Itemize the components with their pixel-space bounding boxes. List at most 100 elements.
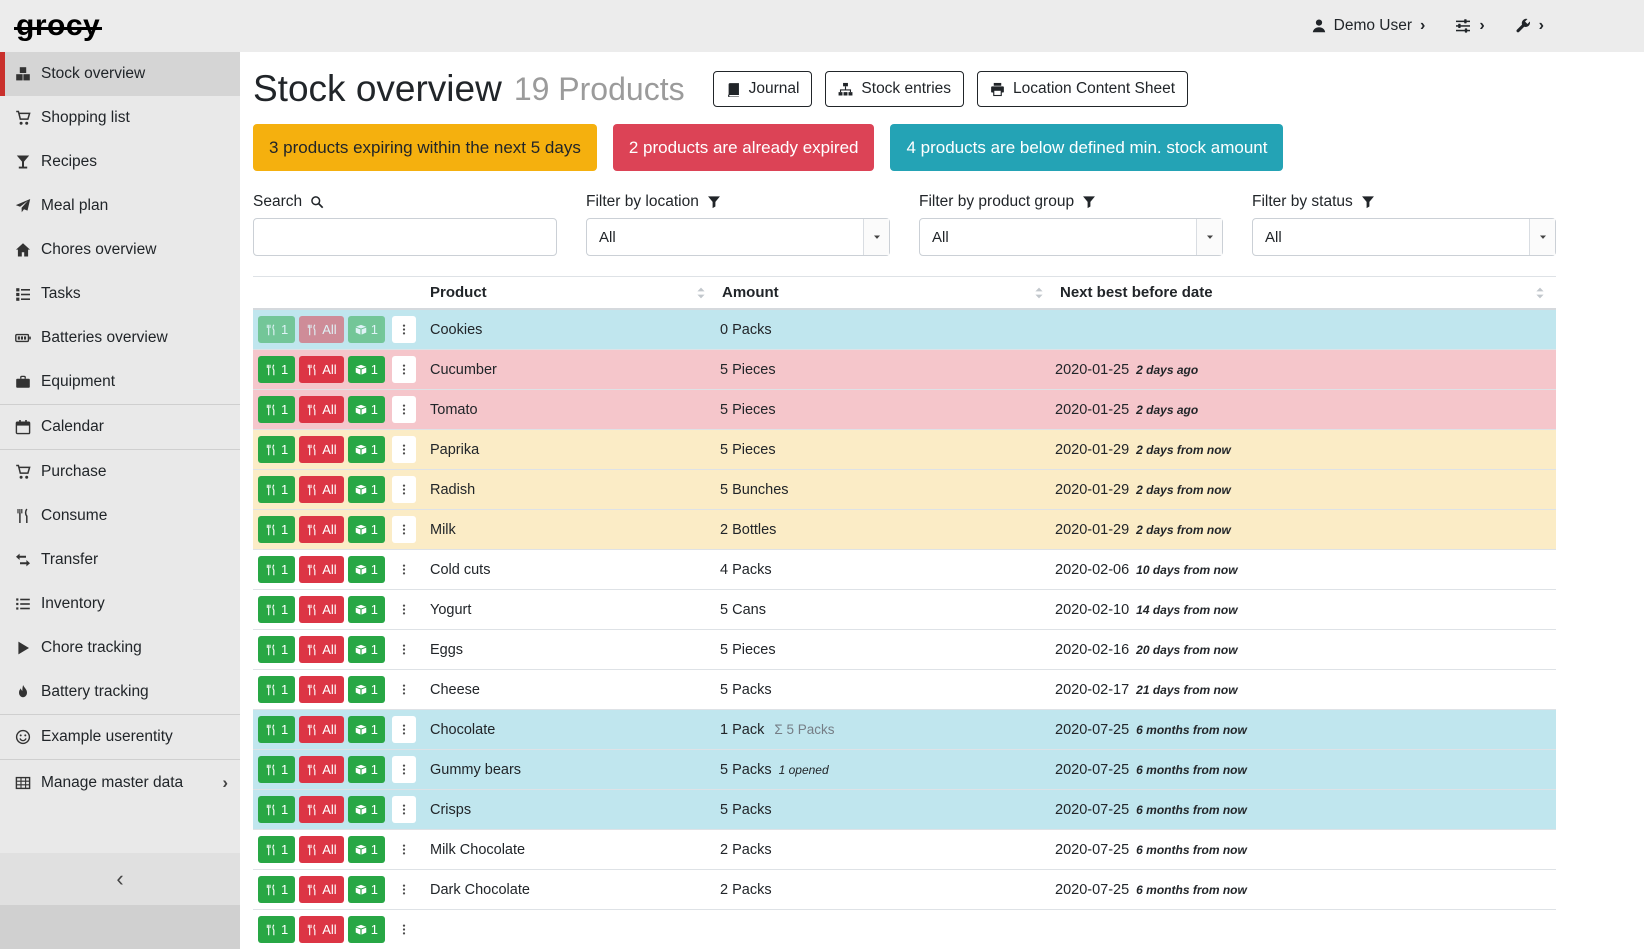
sidebar-item-manage-master-data[interactable]: Manage master data› bbox=[0, 760, 240, 806]
open-one-button[interactable]: 1 bbox=[348, 436, 385, 463]
row-menu-button[interactable] bbox=[392, 676, 416, 703]
sidebar-item-calendar[interactable]: Calendar bbox=[0, 405, 240, 449]
consume-all-button[interactable]: All bbox=[299, 476, 343, 503]
open-one-button[interactable]: 1 bbox=[348, 316, 385, 343]
settings-menu[interactable]: › bbox=[1455, 17, 1484, 35]
row-menu-button[interactable] bbox=[392, 596, 416, 623]
row-menu-button[interactable] bbox=[392, 756, 416, 783]
row-menu-button[interactable] bbox=[392, 636, 416, 663]
app-logo[interactable]: grocy bbox=[16, 9, 100, 43]
consume-all-button[interactable]: All bbox=[299, 436, 343, 463]
sidebar-item-purchase[interactable]: Purchase bbox=[0, 450, 240, 494]
open-one-button[interactable]: 1 bbox=[348, 396, 385, 423]
consume-all-button[interactable]: All bbox=[299, 356, 343, 383]
product-group-select[interactable]: All bbox=[919, 218, 1223, 256]
consume-one-button[interactable]: 1 bbox=[258, 396, 295, 423]
row-menu-button[interactable] bbox=[392, 716, 416, 743]
open-one-button[interactable]: 1 bbox=[348, 356, 385, 383]
consume-all-button[interactable]: All bbox=[299, 916, 343, 943]
open-one-button[interactable]: 1 bbox=[348, 516, 385, 543]
consume-all-button[interactable]: All bbox=[299, 396, 343, 423]
open-one-button[interactable]: 1 bbox=[348, 876, 385, 903]
sidebar-item-shopping-list[interactable]: Shopping list bbox=[0, 96, 240, 140]
sidebar-item-chores-overview[interactable]: Chores overview bbox=[0, 228, 240, 272]
column-amount[interactable]: Amount bbox=[717, 277, 1055, 308]
status-select[interactable]: All bbox=[1252, 218, 1556, 256]
sidebar-item-stock-overview[interactable]: Stock overview bbox=[0, 52, 240, 96]
sidebar-item-battery-tracking[interactable]: Battery tracking bbox=[0, 670, 240, 714]
column-best-before-date[interactable]: Next best before date bbox=[1055, 277, 1556, 308]
consume-one-button[interactable]: 1 bbox=[258, 556, 295, 583]
row-menu-button[interactable] bbox=[392, 516, 416, 543]
consume-one-button[interactable]: 1 bbox=[258, 596, 295, 623]
row-menu-button[interactable] bbox=[392, 476, 416, 503]
column-product[interactable]: Product bbox=[425, 277, 717, 308]
open-one-button[interactable]: 1 bbox=[348, 636, 385, 663]
consume-all-button[interactable]: All bbox=[299, 636, 343, 663]
consume-one-button[interactable]: 1 bbox=[258, 916, 295, 943]
consume-one-button[interactable]: 1 bbox=[258, 436, 295, 463]
consume-one-button[interactable]: 1 bbox=[258, 636, 295, 663]
sidebar-item-tasks[interactable]: Tasks bbox=[0, 272, 240, 316]
consume-one-button[interactable]: 1 bbox=[258, 476, 295, 503]
sidebar-item-equipment[interactable]: Equipment bbox=[0, 360, 240, 404]
row-menu-button[interactable] bbox=[392, 556, 416, 583]
sidebar-item-example-userentity[interactable]: Example userentity bbox=[0, 715, 240, 759]
sidebar-item-recipes[interactable]: Recipes bbox=[0, 140, 240, 184]
open-one-button[interactable]: 1 bbox=[348, 596, 385, 623]
consume-one-button[interactable]: 1 bbox=[258, 356, 295, 383]
expired-banner[interactable]: 2 products are already expired bbox=[613, 124, 875, 171]
consume-one-button[interactable]: 1 bbox=[258, 676, 295, 703]
journal-button[interactable]: Journal bbox=[713, 71, 813, 107]
admin-menu[interactable]: › bbox=[1515, 17, 1544, 35]
row-menu-button[interactable] bbox=[392, 916, 416, 943]
row-menu-button[interactable] bbox=[392, 316, 416, 343]
sidebar-item-chore-tracking[interactable]: Chore tracking bbox=[0, 626, 240, 670]
open-one-button[interactable]: 1 bbox=[348, 476, 385, 503]
row-menu-button[interactable] bbox=[392, 836, 416, 863]
consume-all-button[interactable]: All bbox=[299, 516, 343, 543]
consume-one-button[interactable]: 1 bbox=[258, 516, 295, 543]
consume-one-button[interactable]: 1 bbox=[258, 836, 295, 863]
search-input[interactable] bbox=[253, 218, 557, 256]
open-one-button[interactable]: 1 bbox=[348, 796, 385, 823]
sidebar-collapse-button[interactable]: ‹ bbox=[0, 853, 240, 905]
open-one-button[interactable]: 1 bbox=[348, 676, 385, 703]
sidebar-item-meal-plan[interactable]: Meal plan bbox=[0, 184, 240, 228]
row-menu-button[interactable] bbox=[392, 396, 416, 423]
consume-one-button[interactable]: 1 bbox=[258, 756, 295, 783]
consume-all-button[interactable]: All bbox=[299, 316, 343, 343]
consume-all-button[interactable]: All bbox=[299, 796, 343, 823]
location-select[interactable]: All bbox=[586, 218, 890, 256]
consume-one-button[interactable]: 1 bbox=[258, 876, 295, 903]
consume-all-button[interactable]: All bbox=[299, 556, 343, 583]
sidebar-item-inventory[interactable]: Inventory bbox=[0, 582, 240, 626]
consume-all-button[interactable]: All bbox=[299, 676, 343, 703]
row-menu-button[interactable] bbox=[392, 356, 416, 383]
consume-all-button[interactable]: All bbox=[299, 836, 343, 863]
consume-one-button[interactable]: 1 bbox=[258, 716, 295, 743]
user-menu[interactable]: Demo User › bbox=[1311, 17, 1426, 35]
row-menu-button[interactable] bbox=[392, 876, 416, 903]
open-one-button[interactable]: 1 bbox=[348, 836, 385, 863]
consume-all-button[interactable]: All bbox=[299, 716, 343, 743]
open-one-button[interactable]: 1 bbox=[348, 756, 385, 783]
below-min-stock-banner[interactable]: 4 products are below defined min. stock … bbox=[890, 124, 1283, 171]
expiring-banner[interactable]: 3 products expiring within the next 5 da… bbox=[253, 124, 597, 171]
location-content-sheet-button[interactable]: Location Content Sheet bbox=[977, 71, 1188, 107]
open-one-button[interactable]: 1 bbox=[348, 916, 385, 943]
consume-one-button[interactable]: 1 bbox=[258, 796, 295, 823]
sidebar-item-consume[interactable]: Consume bbox=[0, 494, 240, 538]
row-menu-button[interactable] bbox=[392, 796, 416, 823]
stock-entries-button[interactable]: Stock entries bbox=[825, 71, 964, 107]
open-one-button[interactable]: 1 bbox=[348, 556, 385, 583]
consume-all-button[interactable]: All bbox=[299, 596, 343, 623]
sidebar-item-transfer[interactable]: Transfer bbox=[0, 538, 240, 582]
consume-all-button[interactable]: All bbox=[299, 756, 343, 783]
consume-one-button[interactable]: 1 bbox=[258, 316, 295, 343]
column-product-label: Product bbox=[430, 284, 487, 301]
sidebar-item-batteries-overview[interactable]: Batteries overview bbox=[0, 316, 240, 360]
row-menu-button[interactable] bbox=[392, 436, 416, 463]
consume-all-button[interactable]: All bbox=[299, 876, 343, 903]
open-one-button[interactable]: 1 bbox=[348, 716, 385, 743]
